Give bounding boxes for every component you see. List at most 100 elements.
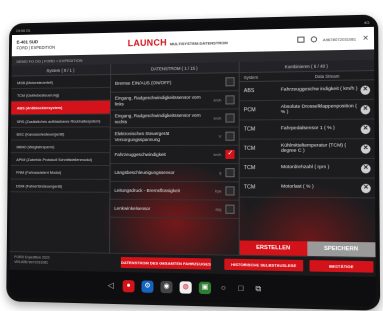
- system-item-selected[interactable]: ABS (Antiblockiersystem): [11, 101, 110, 115]
- datastream-label: Lenkwinkelsensor: [114, 205, 151, 211]
- brand-logo: LAUNCH: [127, 37, 167, 49]
- datastream-label: Fahrzeuggeschwindigkeit: [114, 151, 166, 157]
- system-item[interactable]: APIM (Zubehör-Protokoll Schnittstellenmo…: [10, 153, 110, 167]
- remove-icon[interactable]: ✕: [360, 163, 371, 173]
- datastream-checkbox[interactable]: [225, 77, 235, 87]
- tablet-screen: 19:06 Di. 4G E-401 SUD FORD | EXPEDITION…: [9, 17, 376, 307]
- remove-icon[interactable]: ✕: [360, 143, 371, 154]
- combined-row: TCM Motorlast ( % ) ✕: [239, 178, 376, 199]
- datastream-row[interactable]: Fahrzeuggeschwindigkeit km/h: [110, 145, 239, 165]
- datastream-panel: DATENSTROM ( 1 / 15 ) Bremse EIN/AUS (ON…: [110, 62, 240, 255]
- datastream-label: Eingang, Radgeschwindigkeitssensor vorn …: [114, 94, 201, 107]
- datastream-row[interactable]: Elektronisches Steuergerät Versorgungssp…: [110, 127, 239, 147]
- combined-row: TCM Fahrpedalsensor 1 ( % ) ✕: [239, 119, 375, 140]
- datastream-unit: km/h: [213, 116, 222, 121]
- create-button[interactable]: ERSTELLEN: [239, 240, 307, 256]
- remove-icon[interactable]: ✕: [360, 124, 371, 134]
- save-button[interactable]: SPEICHERN: [306, 241, 376, 257]
- camera-app-icon[interactable]: ◉: [160, 280, 173, 294]
- datastream-checkbox[interactable]: [225, 186, 235, 196]
- system-item[interactable]: MSB (Motorsteuerteil): [11, 75, 111, 90]
- combined-row: TCM Kühlmitteltemperatur (TCM) ( degree …: [239, 139, 375, 159]
- vehicle-info: E-401 SUD FORD | EXPEDITION: [17, 38, 103, 51]
- combined-stream-name: Motordrehzahl ( rpm ): [280, 165, 330, 171]
- settings-app-icon[interactable]: ⚙: [141, 280, 154, 293]
- datastream-unit: km/h: [213, 152, 222, 157]
- combined-row: ABS Fahrzeuggeschw indigkeit ( km/h ) ✕: [239, 80, 375, 102]
- datastream-row[interactable]: Eingang, Radgeschwindigkeitssensor vorn …: [110, 109, 239, 129]
- combined-stream-name: Fahrzeuggeschw indigkeit ( km/h ): [280, 86, 358, 94]
- system-item[interactable]: FNM (Fahrassistent Modul): [10, 166, 110, 180]
- brand-subtitle: MULTISYSTEM-DATENSTROM: [169, 40, 228, 47]
- vehicle-footer-info: FORD Expedition 2022 VIN:A9678072031081: [14, 255, 49, 266]
- system-item[interactable]: BSC (Karosseriesteuergerät): [10, 127, 110, 141]
- status-signal: 4G: [363, 19, 370, 26]
- datastream-checkbox[interactable]: [225, 168, 235, 178]
- launch-app-icon[interactable]: ●: [122, 280, 135, 293]
- android-nav-bar: ◁ ● ⚙ ◉ ◍ ▣ ○ □ ⧉: [9, 269, 376, 307]
- datastream-unit: V: [218, 134, 222, 139]
- datastream-label: Bremse EIN/AUS (ON/OFF): [114, 79, 172, 86]
- combined-system: TCM: [243, 126, 256, 133]
- combined-system: PCM: [243, 107, 256, 114]
- remove-icon[interactable]: ✕: [360, 104, 371, 114]
- system-list-panel: System ( 8 / 1 ) MSB (Motorsteuerteil) T…: [9, 64, 112, 253]
- datastream-row[interactable]: Leitungsdruck - Bremsflüssigkeit Kpa: [110, 181, 239, 201]
- user-icon[interactable]: [310, 36, 317, 43]
- status-time: 19:06 Di.: [15, 27, 31, 34]
- system-item[interactable]: DDM (Fahrertürsteuergerät): [10, 179, 110, 193]
- combined-col-system: System: [243, 74, 259, 81]
- combined-system: TCM: [243, 165, 256, 172]
- combined-panel: Kombinieren ( 6 / 40 ) System Data Strea…: [239, 59, 376, 257]
- datastream-row[interactable]: Bremse EIN/AUS (ON/OFF): [111, 73, 239, 93]
- system-item[interactable]: TCM (Getriebesteuerung): [11, 88, 111, 103]
- datastream-unit: km/h: [213, 97, 222, 103]
- combined-row: PCM Absolute Drosselklappenposition ( % …: [239, 99, 375, 121]
- screenshot-icon[interactable]: ⧉: [253, 284, 263, 295]
- combined-system: TCM: [243, 145, 256, 152]
- combined-col-stream: Data Stream: [314, 73, 340, 80]
- home-icon[interactable]: [296, 36, 305, 43]
- combined-system: ABS: [243, 87, 255, 95]
- vin-label: A9678072031081: [322, 35, 357, 42]
- home-nav-icon[interactable]: ○: [218, 283, 228, 293]
- combined-row: TCM Motordrehzahl ( rpm ) ✕: [239, 158, 375, 179]
- datastream-unit: g: [219, 170, 222, 175]
- combined-stream-name: Kühlmitteltemperatur (TCM) ( degree C ): [280, 143, 347, 154]
- recent-apps-icon[interactable]: □: [236, 283, 246, 294]
- browser-app-icon[interactable]: ◍: [179, 281, 192, 294]
- datastream-checkbox[interactable]: [225, 95, 235, 105]
- remove-icon[interactable]: ✕: [361, 183, 371, 193]
- datastream-checkbox-checked[interactable]: [225, 149, 235, 159]
- datastream-checkbox[interactable]: [225, 131, 235, 141]
- system-item[interactable]: SRS (Zusätzliches aufblasbares Rückhalte…: [10, 114, 110, 128]
- top-bar-actions: A9678072031081 ✕: [254, 34, 369, 45]
- system-item[interactable]: IMMO (Wegfahrsperre): [10, 140, 110, 154]
- combined-system: TCM: [243, 184, 256, 191]
- datastream-row[interactable]: Lenkwinkelsensor deg: [110, 199, 239, 220]
- brand-title: LAUNCH MULTISYSTEM-DATENSTROM: [103, 36, 254, 49]
- datastream-label: Längsbeschleunigungssensor: [114, 169, 175, 175]
- combined-stream-name: Motorlast ( % ): [281, 184, 314, 191]
- datastream-checkbox[interactable]: [225, 113, 235, 123]
- datastream-label: Leitungsdruck - Bremsflüssigkeit: [114, 187, 180, 194]
- datastream-label: Eingang, Radgeschwindigkeitssensor vorn …: [114, 113, 201, 124]
- history-self-read-button[interactable]: HISTORISCHE SELBSTAUSLESE: [224, 258, 304, 272]
- datastream-checkbox[interactable]: [225, 204, 235, 214]
- whole-vehicle-datastream-button[interactable]: DATENSTROM DES GESAMTEN FAHRZEUGES: [120, 256, 212, 270]
- vehicle-sub: FORD | EXPEDITION: [16, 44, 56, 51]
- datastream-label: Elektronisches Steuergerät Versorgungssp…: [114, 131, 170, 142]
- remove-icon[interactable]: ✕: [360, 84, 371, 95]
- gallery-app-icon[interactable]: ▣: [198, 281, 212, 295]
- confirm-button[interactable]: BESTÄTIGE: [309, 260, 374, 273]
- back-icon[interactable]: ◁: [106, 281, 116, 291]
- datastream-row[interactable]: Eingang, Radgeschwindigkeitssensor vorn …: [110, 91, 239, 111]
- datastream-unit: Kpa: [214, 188, 222, 193]
- combined-stream-name: Fahrpedalsensor 1 ( % ): [280, 126, 335, 132]
- datastream-row[interactable]: Längsbeschleunigungssensor g: [110, 163, 239, 183]
- combined-stream-name: Absolute Drosselklappenposition ( % ): [280, 103, 357, 116]
- datastream-unit: deg: [215, 207, 222, 212]
- tablet-device: 19:06 Di. 4G E-401 SUD FORD | EXPEDITION…: [6, 14, 381, 311]
- close-icon[interactable]: ✕: [362, 34, 368, 42]
- footer-vin: VIN:A9678072031081: [14, 260, 49, 265]
